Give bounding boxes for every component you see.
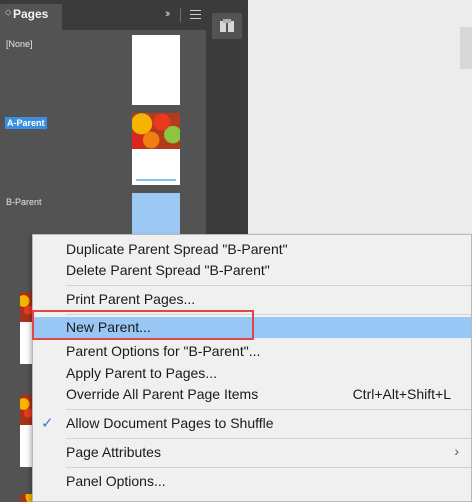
menu-separator xyxy=(66,409,471,410)
parent-label-b[interactable]: B-Parent xyxy=(6,197,42,207)
annotation-highlight-box xyxy=(32,310,254,340)
parent-label-none[interactable]: [None] xyxy=(6,39,33,49)
fruit-image xyxy=(20,292,32,322)
parent-label-a[interactable]: A-Parent xyxy=(5,117,47,129)
menu-item-apply-parent-to-pages[interactable]: Apply Parent to Pages... xyxy=(33,363,471,384)
submenu-arrow-icon: › xyxy=(454,443,459,459)
menu-item-shortcut: Ctrl+Alt+Shift+L xyxy=(352,386,451,402)
menu-item-print-parent-pages[interactable]: Print Parent Pages... xyxy=(33,289,471,310)
parent-thumbnail-b[interactable] xyxy=(132,193,180,237)
tab-pages-label: Pages xyxy=(13,7,49,21)
menu-item-duplicate-parent-spread[interactable]: Duplicate Parent Spread "B-Parent" xyxy=(33,239,471,260)
parent-thumbnail-none[interactable] xyxy=(132,35,180,105)
menu-item-page-attributes[interactable]: Page Attributes › xyxy=(33,442,471,463)
context-menu: Duplicate Parent Spread "B-Parent" Delet… xyxy=(32,234,472,502)
menu-item-parent-options[interactable]: Parent Options for "B-Parent"... xyxy=(33,341,471,362)
checkmark-icon: ✓ xyxy=(41,415,54,432)
panel-menu-icon[interactable] xyxy=(190,10,201,19)
parent-thumbnail-a[interactable] xyxy=(132,113,180,185)
tabbar-divider xyxy=(180,8,181,22)
menu-item-allow-document-pages-to-shuffle[interactable]: ✓ Allow Document Pages to Shuffle xyxy=(33,413,471,434)
menu-separator xyxy=(66,467,471,468)
pages-tool-icon[interactable] xyxy=(212,13,242,39)
thumbnail-line xyxy=(136,179,176,181)
menu-item-delete-parent-spread[interactable]: Delete Parent Spread "B-Parent" xyxy=(33,260,471,281)
fruit-image xyxy=(132,113,180,149)
menu-item-panel-options[interactable]: Panel Options... xyxy=(33,471,471,492)
menu-item-override-all-parent-page-items[interactable]: Override All Parent Page Items Ctrl+Alt+… xyxy=(33,384,471,405)
fruit-image xyxy=(20,395,32,425)
document-scrollbar[interactable] xyxy=(460,27,472,69)
collapse-panel-icon[interactable]: ›› xyxy=(165,8,171,20)
menu-separator xyxy=(66,438,471,439)
tab-arrows-icon: ⬦ xyxy=(5,7,12,17)
menu-separator xyxy=(66,285,471,286)
